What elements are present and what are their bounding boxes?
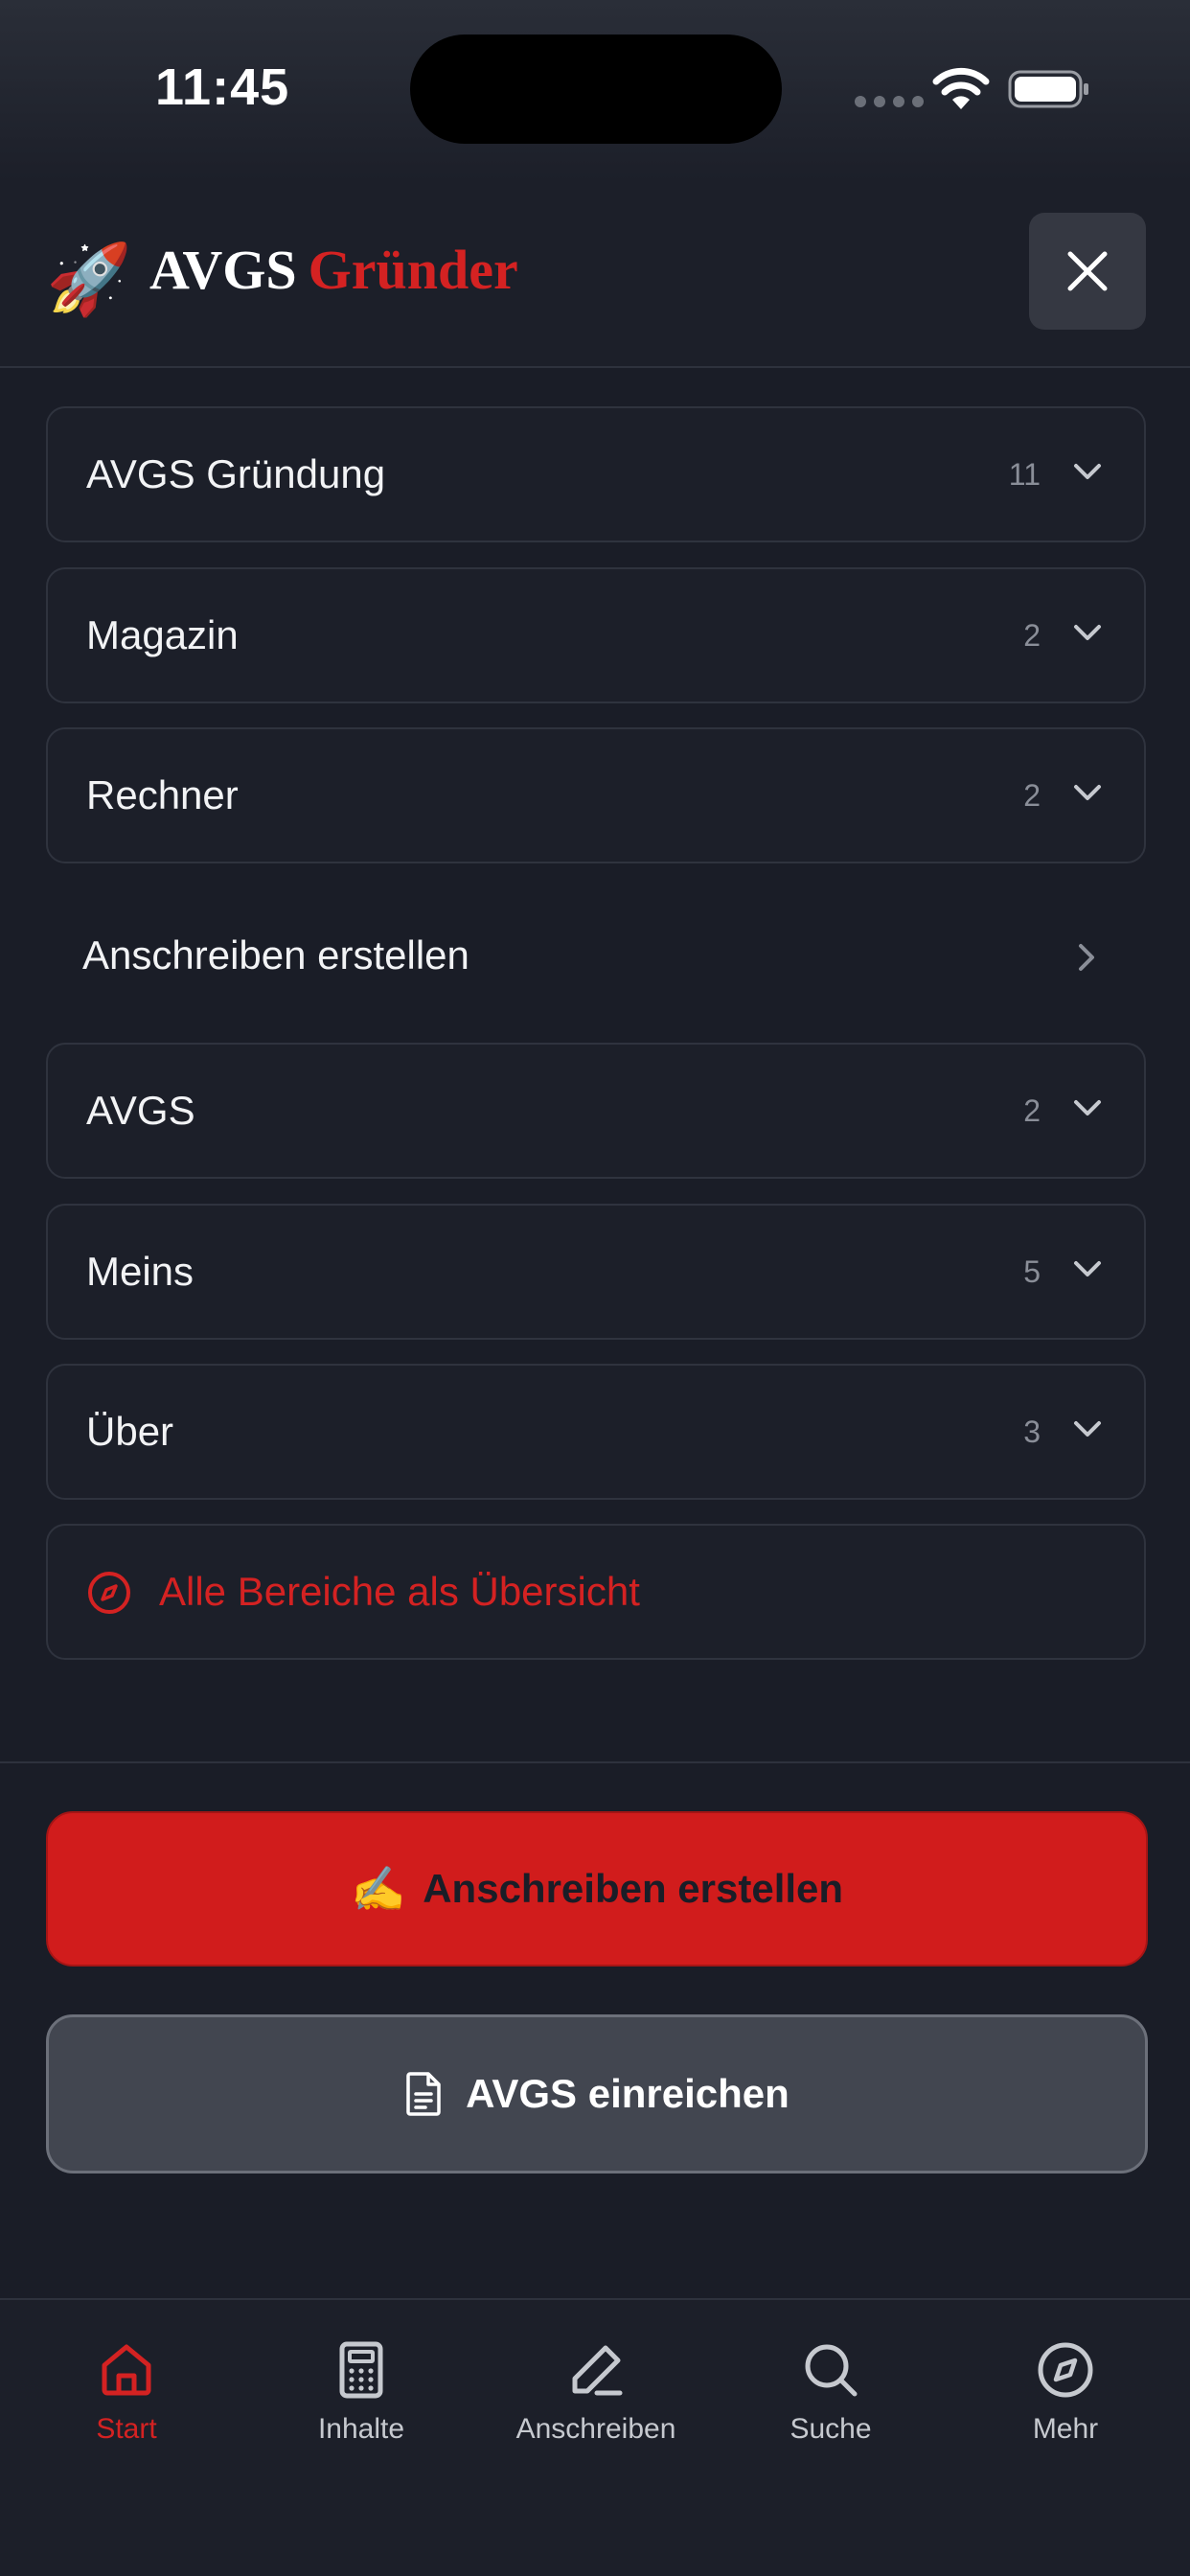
submit-avgs-button[interactable]: AVGS einreichen xyxy=(46,2014,1148,2174)
menu-item-label: AVGS xyxy=(86,1088,195,1133)
battery-icon xyxy=(1008,70,1088,108)
chevron-down-icon xyxy=(1074,1100,1101,1116)
tab-label: Suche xyxy=(790,2413,872,2445)
button-label: Anschreiben erstellen xyxy=(423,1866,844,1911)
menu-item-rechner[interactable]: Rechner 2 xyxy=(46,727,1146,863)
chevron-right-icon xyxy=(1079,944,1094,971)
chevron-down-icon xyxy=(1074,464,1101,479)
brand-name-part1: AVGS xyxy=(149,239,297,301)
dynamic-island xyxy=(410,34,782,144)
calculator-icon xyxy=(339,2341,383,2399)
menu-item-label: Anschreiben erstellen xyxy=(82,932,469,978)
overview-link[interactable]: Alle Bereiche als Übersicht xyxy=(46,1524,1146,1660)
wifi-icon xyxy=(932,67,990,109)
chevron-down-icon xyxy=(1074,1261,1101,1276)
menu-item-count: 11 xyxy=(1008,457,1041,492)
chevron-down-icon xyxy=(1074,1421,1101,1437)
menu-item-count: 2 xyxy=(1023,778,1041,813)
tab-label: Start xyxy=(96,2413,157,2445)
document-icon xyxy=(406,2072,441,2116)
menu-item-avgs[interactable]: AVGS 2 xyxy=(46,1043,1146,1179)
menu-item-count: 3 xyxy=(1023,1414,1041,1449)
brand-name-part2: Gründer xyxy=(308,239,518,301)
menu-item-ueber[interactable]: Über 3 xyxy=(46,1364,1146,1500)
chevron-down-icon xyxy=(1074,625,1101,640)
menu-item-label: Magazin xyxy=(86,612,239,657)
tab-mehr[interactable]: Mehr xyxy=(950,2340,1180,2465)
bottom-tab-bar: Start Inhalte Anschreiben Suche Mehr xyxy=(0,2298,1190,2576)
close-menu-button[interactable] xyxy=(1029,213,1146,330)
section-divider xyxy=(0,1761,1190,1763)
menu-item-avgs-gruendung[interactable]: AVGS Gründung 11 xyxy=(46,406,1146,542)
tab-inhalte[interactable]: Inhalte xyxy=(246,2340,476,2465)
search-icon xyxy=(805,2344,858,2397)
menu-item-label: Meins xyxy=(86,1249,195,1294)
tab-label: Inhalte xyxy=(317,2413,405,2445)
brand-logo[interactable]: AVGS Gründer xyxy=(149,232,518,309)
app-header: 🚀 AVGS Gründer xyxy=(0,182,1190,368)
menu-item-count: 5 xyxy=(1023,1254,1041,1289)
chevron-down-icon xyxy=(1074,785,1101,800)
writing-hand-icon: ✍️ xyxy=(350,1863,406,1914)
tab-label: Mehr xyxy=(1032,2413,1099,2445)
tab-anschreiben[interactable]: Anschreiben xyxy=(481,2340,711,2465)
menu-item-meins[interactable]: Meins 5 xyxy=(46,1204,1146,1340)
tab-suche[interactable]: Suche xyxy=(716,2340,946,2465)
pen-icon xyxy=(572,2345,623,2396)
menu-item-label: AVGS Gründung xyxy=(86,451,386,496)
menu-item-magazin[interactable]: Magazin 2 xyxy=(46,567,1146,703)
signal-icon xyxy=(855,96,924,107)
compass-icon xyxy=(88,1572,130,1614)
home-icon xyxy=(102,2344,151,2396)
menu-item-anschreiben-erstellen[interactable]: Anschreiben erstellen xyxy=(46,887,1146,1024)
menu-item-label: Über xyxy=(86,1409,174,1454)
status-time: 11:45 xyxy=(155,58,290,116)
menu-item-label: Rechner xyxy=(86,772,239,817)
tab-start[interactable]: Start xyxy=(11,2340,241,2465)
create-cover-letter-button[interactable]: ✍️ Anschreiben erstellen xyxy=(46,1811,1148,1966)
button-label: AVGS einreichen xyxy=(466,2071,790,2116)
close-icon xyxy=(1067,251,1108,291)
overview-label: Alle Bereiche als Übersicht xyxy=(159,1569,640,1614)
rocket-icon: 🚀 xyxy=(46,242,132,318)
menu-item-count: 2 xyxy=(1023,1093,1041,1128)
compass-icon xyxy=(1038,2342,1093,2398)
tab-label: Anschreiben xyxy=(515,2413,676,2445)
menu-item-count: 2 xyxy=(1023,618,1041,653)
status-bar: 11:45 xyxy=(0,0,1190,182)
